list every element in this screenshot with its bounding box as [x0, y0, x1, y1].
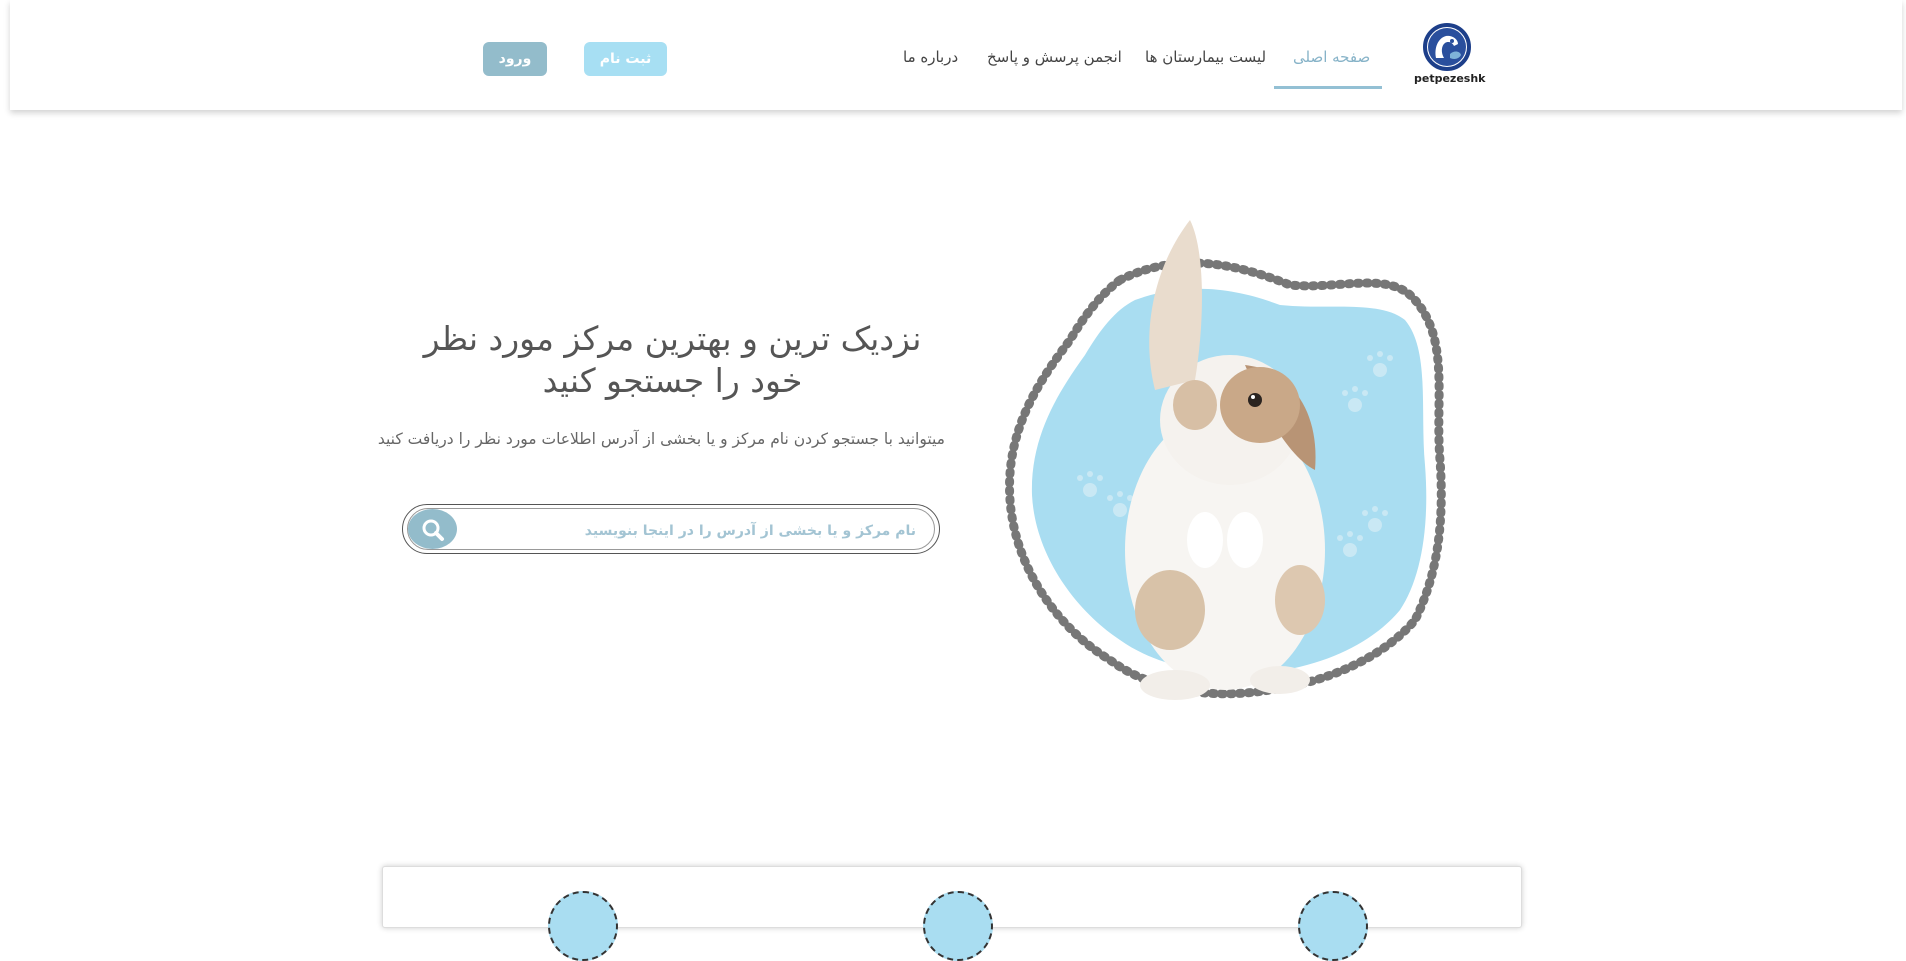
hero-subtitle: میتوانید با جستجو کردن نام مرکز و یا بخش…	[377, 430, 945, 448]
hero-title-line2: خود را جستجو کنید	[542, 361, 803, 400]
search-icon	[422, 519, 444, 541]
feature-icon	[923, 891, 993, 961]
nav-active-underline	[1274, 86, 1382, 89]
rabbit-illustration	[990, 210, 1460, 720]
feature-icon	[548, 891, 618, 961]
hero-title-line1: نزدیک ترین و بهترین مرکز مورد نظر	[423, 319, 922, 358]
features-card	[382, 866, 1522, 961]
nav-qa-forum[interactable]: انجمن پرسش و پاسخ	[987, 48, 1122, 66]
search-button[interactable]	[408, 509, 457, 549]
register-button[interactable]: ثبت نام	[584, 42, 667, 76]
nav-about-us[interactable]: درباره ما	[903, 48, 958, 66]
feature-icon	[1298, 891, 1368, 961]
search-placeholder: نام مرکز و یا بخشی از آدرس را در اینجا ب…	[584, 523, 916, 539]
nav-home[interactable]: صفحه اصلی	[1293, 48, 1370, 66]
hero-title: نزدیک ترین و بهترین مرکز مورد نظر خود را…	[410, 318, 935, 402]
nav-hospital-list[interactable]: لیست بیمارستان ها	[1145, 48, 1266, 66]
search-input[interactable]: نام مرکز و یا بخشی از آدرس را در اینجا ب…	[407, 508, 935, 550]
search-bar[interactable]: نام مرکز و یا بخشی از آدرس را در اینجا ب…	[402, 504, 940, 554]
login-button[interactable]: ورود	[483, 42, 547, 76]
logo-text: petpezeshk	[1414, 72, 1486, 85]
